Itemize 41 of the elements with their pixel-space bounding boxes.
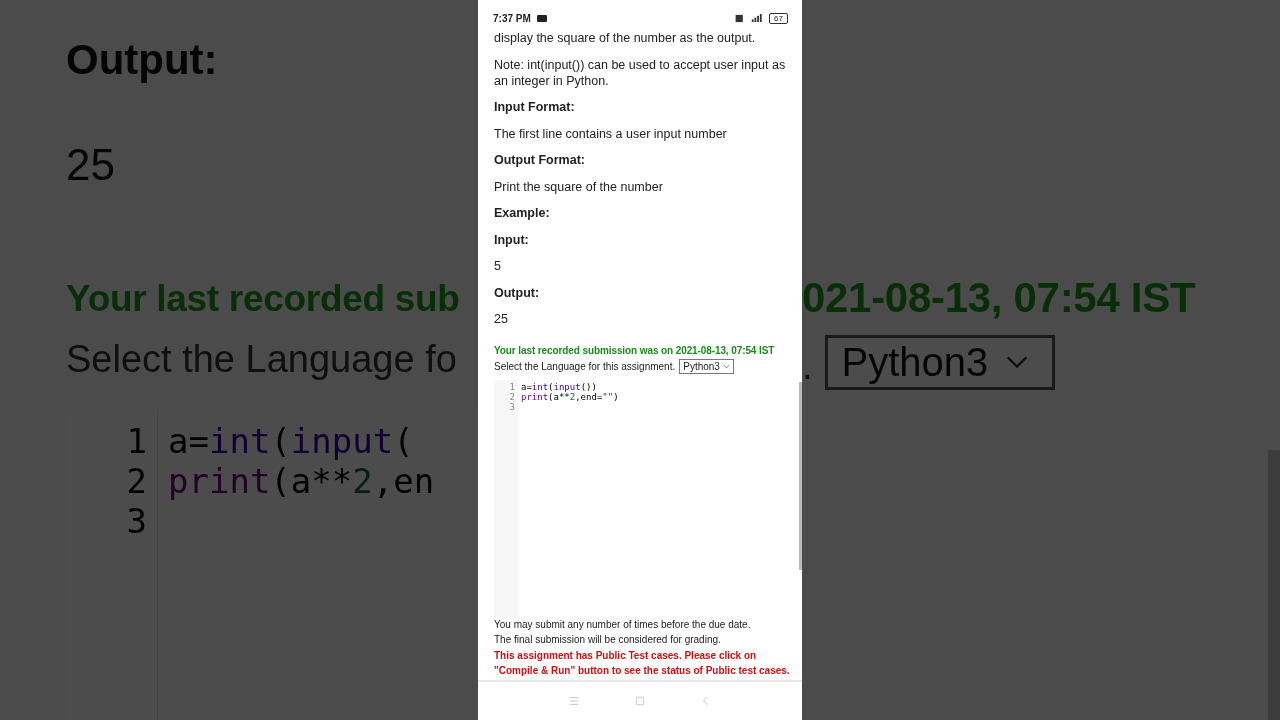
language-dropdown[interactable]: Python3 xyxy=(679,358,734,374)
battery-icon: 67 xyxy=(769,12,788,24)
code-editor[interactable]: 1 2 3 a=int(input()) print(a**2,end="") xyxy=(494,379,790,617)
section-heading: Input: xyxy=(494,231,530,248)
section-heading: Output Format: xyxy=(494,152,586,168)
home-icon[interactable] xyxy=(635,696,645,706)
warning-text: This assignment has Public Test cases. Please click on "Compile & Run" button to see the status of Public test cases. xyxy=(494,648,790,678)
body-text: Print the square of the number xyxy=(494,178,664,195)
section-heading: Example: xyxy=(494,205,551,221)
body-text: Note: int(input()) can be used to accept user input as an integer in Python. xyxy=(494,56,787,89)
menu-icon[interactable] xyxy=(569,696,579,706)
submission-notice: Your last recorded submission was on 2021-08-13, 07:54 IST xyxy=(494,343,776,358)
section-heading: Output: xyxy=(494,284,541,301)
code-line: print(a**2,end="") xyxy=(521,391,619,402)
scrollbar-thumb[interactable] xyxy=(799,382,802,570)
status-time: 7:37 PM xyxy=(493,12,531,24)
note-text: The final submission will be considered for grading. xyxy=(494,633,722,647)
line-number: 1 xyxy=(508,381,515,392)
back-icon[interactable] xyxy=(701,696,711,706)
section-heading: Output: xyxy=(66,35,219,85)
body-text: display the square of the number as the output. xyxy=(494,30,757,46)
submission-notice: 021-08-13, 07:54 IST xyxy=(802,273,1197,323)
line-number: 2 xyxy=(508,391,515,402)
chevron-icon xyxy=(722,363,730,369)
language-prompt: Select the Language for this assignment. xyxy=(494,360,676,372)
code-line: a=int(input()) xyxy=(521,381,598,392)
line-number: 3 xyxy=(508,401,515,412)
body-text: 25 xyxy=(494,311,509,327)
line-number: 3 xyxy=(125,501,147,541)
line-number: 2 xyxy=(125,461,147,501)
output-value: 25 xyxy=(66,139,116,191)
code-line: a=int(input( xyxy=(168,421,415,461)
body-text: The first line contains a user input number xyxy=(494,125,728,142)
code-line: print(a**2,en xyxy=(168,461,435,501)
body-text: 5 xyxy=(494,258,502,274)
line-number: 1 xyxy=(125,421,147,461)
note-text: You may submit any number of times before the due date. xyxy=(494,617,752,632)
language-prompt: Select the Language fo xyxy=(66,337,458,382)
submission-notice: Your last recorded sub xyxy=(66,277,461,321)
language-prompt: . xyxy=(802,344,813,389)
section-heading: Input Format: xyxy=(494,99,576,115)
